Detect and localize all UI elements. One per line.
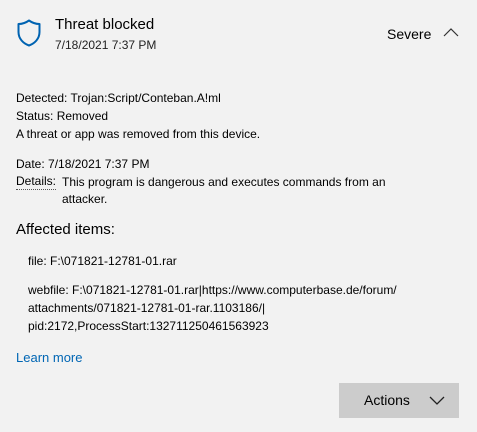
status-value: Removed xyxy=(56,109,109,123)
webfile-line: attachments/071821-12781-01-rar.1103186/… xyxy=(28,301,266,315)
detected-label: Detected: xyxy=(16,91,68,105)
severity-label: Severe xyxy=(387,26,432,42)
details-value: This program is dangerous and executes c… xyxy=(62,175,386,206)
date-value: 7/18/2021 7:37 PM xyxy=(48,157,150,171)
status-description: A threat or app was removed from this de… xyxy=(16,127,261,141)
threat-header[interactable]: Threat blocked 7/18/2021 7:37 PM Severe xyxy=(0,0,477,68)
status-row: Status: Removed xyxy=(16,108,108,125)
actions-button[interactable]: Actions xyxy=(339,383,459,418)
date-row: Date: 7/18/2021 7:37 PM xyxy=(16,156,149,173)
threat-timestamp: 7/18/2021 7:37 PM xyxy=(55,38,157,52)
shield-icon xyxy=(17,19,41,47)
details-label: Details: xyxy=(16,174,57,190)
chevron-up-icon[interactable] xyxy=(443,27,459,37)
affected-items-heading: Affected items: xyxy=(16,221,115,238)
webfile-line: pid:2172,ProcessStart:132711250461563923 xyxy=(28,319,269,333)
affected-webfile: webfile: F:\071821-12781-01.rar|https://… xyxy=(28,281,448,335)
status-label: Status: xyxy=(16,109,54,123)
threat-title: Threat blocked xyxy=(55,16,155,33)
actions-label: Actions xyxy=(364,392,410,408)
detected-row: Detected: Trojan:Script/Conteban.A!ml xyxy=(16,90,221,107)
webfile-line: webfile: F:\071821-12781-01.rar|https://… xyxy=(28,283,397,297)
learn-more-link[interactable]: Learn more xyxy=(16,349,82,367)
chevron-down-icon xyxy=(429,396,445,405)
date-label: Date: xyxy=(16,157,45,171)
detected-value: Trojan:Script/Conteban.A!ml xyxy=(70,91,221,105)
affected-file: file: F:\071821-12781-01.rar xyxy=(28,254,177,268)
